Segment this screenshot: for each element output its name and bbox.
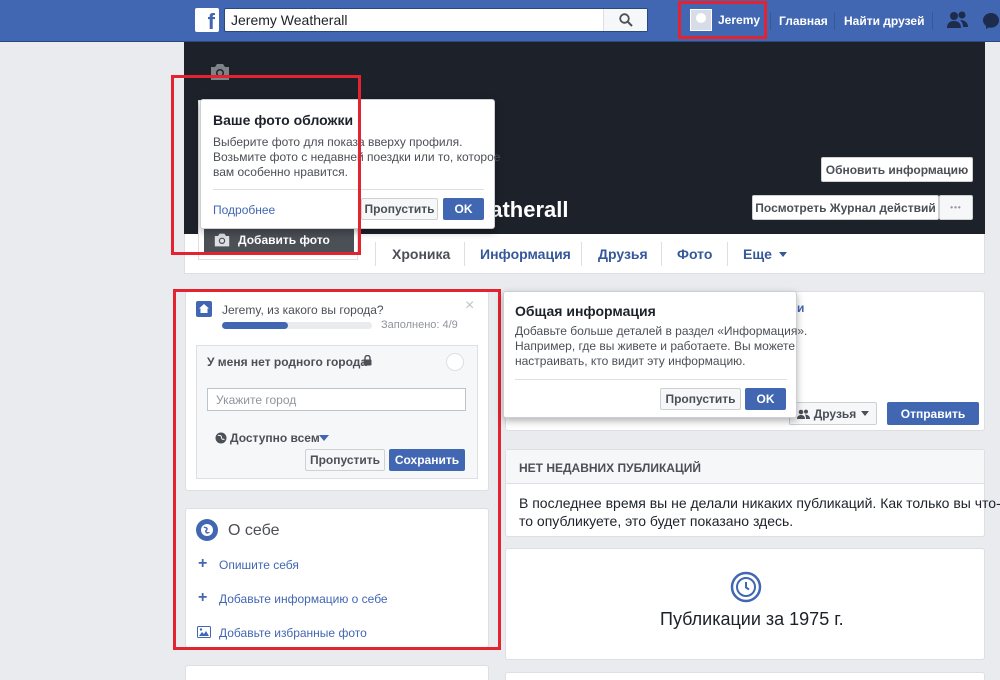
update-info-button[interactable]: Обновить информацию <box>821 157 973 182</box>
friends-icon <box>796 409 810 419</box>
clock-icon <box>730 571 762 603</box>
divider <box>515 379 787 380</box>
no-posts-text: В последнее время вы не делали никаких п… <box>519 495 1000 511</box>
messages-icon[interactable] <box>982 12 1000 30</box>
facebook-logo-icon[interactable]: f <box>195 8 219 32</box>
tab-label: Друзья <box>598 246 648 262</box>
search-button[interactable] <box>603 9 647 31</box>
year-title: Публикации за 1975 г. <box>660 609 844 629</box>
tab-label: Информация <box>480 246 571 262</box>
nav-find-friends-link[interactable]: Найти друзей <box>844 14 924 28</box>
activity-log-button[interactable]: Посмотреть Журнал действий <box>752 195 939 220</box>
search-input[interactable] <box>225 9 605 31</box>
top-nav-bar: f Jeremy Главная Найти друзей <box>0 0 1000 42</box>
tab-label: Еще <box>743 246 772 262</box>
tab-timeline[interactable]: Хроника <box>376 234 466 274</box>
skip-button[interactable]: Пропустить <box>361 198 438 220</box>
next-card <box>505 672 985 680</box>
tooltip-text: настраивать, кто видит эту информацию. <box>515 354 746 368</box>
nav-divider <box>932 12 933 30</box>
next-card <box>185 665 489 680</box>
year-card: Публикации за 1975 г. <box>505 548 985 660</box>
ok-button[interactable]: OK <box>443 198 484 220</box>
tooltip-text: Например, где вы живете и работаете. Вы … <box>515 339 796 353</box>
no-posts-header: НЕТ НЕДАВНИХ ПУБЛИКАЦИЙ <box>519 461 701 475</box>
skip-button[interactable]: Пропустить <box>660 388 741 410</box>
send-button[interactable]: Отправить <box>887 402 979 425</box>
annotation-highlight-user <box>678 1 767 39</box>
audience-friends-button[interactable]: Друзья <box>789 402 877 425</box>
no-posts-text: то опубликуете, это будет показано здесь… <box>519 513 794 529</box>
caret-down-icon <box>778 251 787 257</box>
tooltip-title: Общая информация <box>515 303 656 319</box>
info-tooltip: Общая информация Добавьте больше деталей… <box>503 291 807 418</box>
nav-divider <box>770 12 771 30</box>
nav-divider <box>834 12 835 30</box>
ok-button[interactable]: OK <box>745 388 786 410</box>
no-posts-card: НЕТ НЕДАВНИХ ПУБЛИКАЦИЙ В последнее врем… <box>505 449 1000 537</box>
tooltip-text: Добавьте больше деталей в раздел «Информ… <box>515 324 808 338</box>
tab-label: Хроника <box>392 246 451 262</box>
annotation-highlight-cover-tip <box>171 75 361 255</box>
annotation-highlight-left-column <box>173 289 501 650</box>
tab-more[interactable]: Еще <box>727 234 803 274</box>
tab-label: Фото <box>677 246 713 262</box>
nav-home-link[interactable]: Главная <box>779 14 828 28</box>
audience-label: Друзья <box>813 406 857 421</box>
caret-down-icon <box>861 411 870 416</box>
search-icon <box>618 13 633 27</box>
tab-friends[interactable]: Друзья <box>582 234 664 274</box>
tab-photos[interactable]: Фото <box>661 234 728 274</box>
composer-tab-peek[interactable]: и <box>797 301 804 315</box>
friend-requests-icon[interactable] <box>946 10 970 30</box>
more-options-button[interactable]: ••• <box>939 195 973 220</box>
search-box <box>224 8 648 32</box>
tab-about[interactable]: Информация <box>464 234 587 274</box>
